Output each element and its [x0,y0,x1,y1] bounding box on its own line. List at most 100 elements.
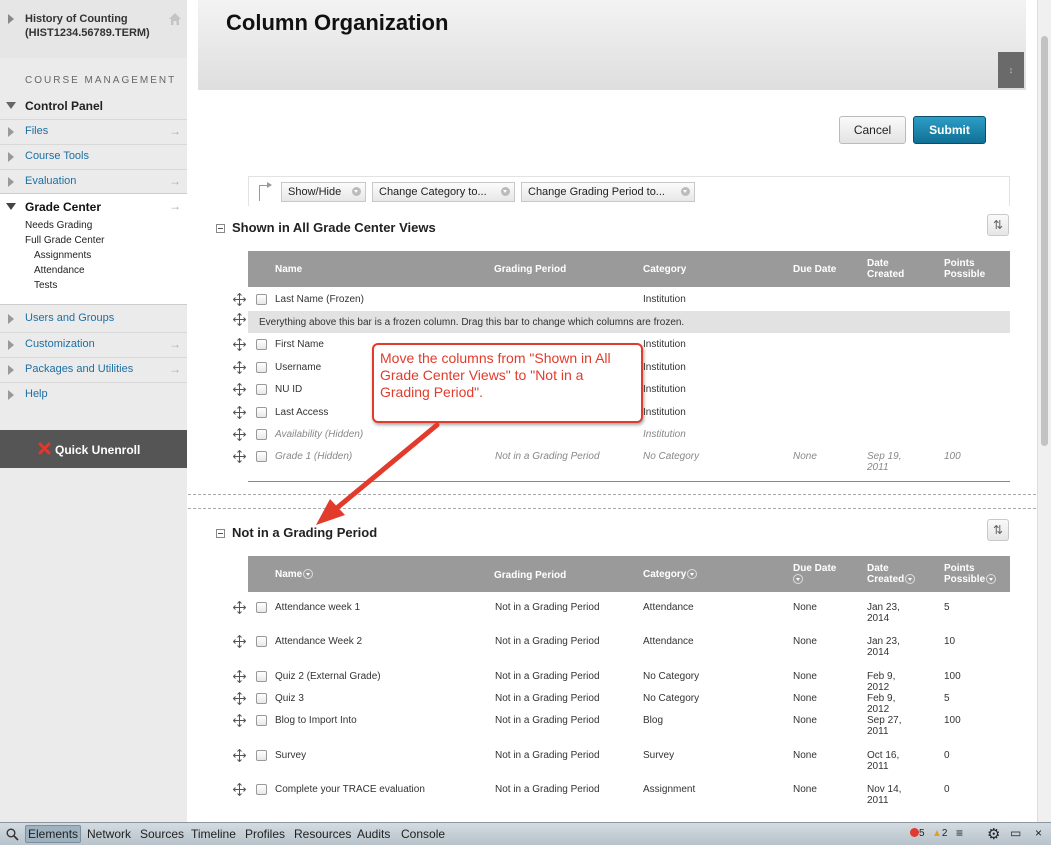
devtools-tab-network[interactable]: Network [87,827,131,841]
sidebar-item-users-and-groups[interactable]: Users and Groups [0,307,187,331]
submit-button[interactable]: Submit [913,116,986,144]
move-handle-icon[interactable] [233,383,246,396]
move-handle-icon[interactable] [233,450,246,463]
devtools-tab-timeline[interactable]: Timeline [191,827,236,841]
grade-center-label[interactable]: Grade Center [25,200,101,214]
control-panel-header[interactable]: Control Panel [0,98,187,116]
table-row[interactable]: Quiz 2 (External Grade) Not in a Grading … [230,670,1012,693]
gear-icon[interactable]: ⚙ [987,825,1000,843]
table-row[interactable]: Survey Not in a Grading Period Survey None O… [230,749,1012,772]
move-handle-icon[interactable] [233,313,246,326]
error-counter[interactable]: 5 [910,828,925,839]
search-icon[interactable] [6,828,19,841]
devtools-tab-sources[interactable]: Sources [140,827,184,841]
devtools-tab-resources[interactable]: Resources [294,827,351,841]
warning-counter[interactable]: ▲2 [932,828,947,839]
cancel-button[interactable]: Cancel [839,116,906,144]
collapse-section-icon[interactable] [216,529,225,538]
row-checkbox[interactable] [256,602,267,613]
column-header-points-possible[interactable]: Points Possible [944,258,994,280]
row-checkbox[interactable] [256,750,267,761]
collapse-section-icon[interactable] [216,224,225,233]
course-title[interactable]: History of Counting (HIST1234.56789.TERM… [25,12,165,40]
close-icon[interactable]: × [1035,826,1042,840]
column-header-due-date[interactable]: Due Date [793,563,848,585]
column-header-name[interactable]: Name [275,569,314,580]
change-grading-period-menu[interactable]: Change Grading Period to... [521,182,695,202]
move-handle-icon[interactable] [233,670,246,683]
row-checkbox[interactable] [256,693,267,704]
row-checkbox[interactable] [256,339,267,350]
attendance-link[interactable]: Attendance [34,265,85,276]
column-header-category[interactable]: Category [643,264,686,275]
assignments-link[interactable]: Assignments [34,250,91,261]
table-bottom-border [248,481,1010,482]
table-row[interactable]: Blog to Import Into Not in a Grading Peri… [230,714,1012,737]
table-row[interactable]: Complete your TRACE evaluation Not in a G… [230,783,1012,806]
move-handle-icon[interactable] [233,601,246,614]
move-handle-icon[interactable] [233,692,246,705]
move-handle-icon[interactable] [233,714,246,727]
drawer-icon[interactable]: ≡ [956,826,963,840]
table-row[interactable]: Quiz 3 Not in a Grading Period No Category… [230,692,1012,715]
row-checkbox[interactable] [256,384,267,395]
vertical-scrollbar[interactable] [1037,0,1051,822]
cell-name: Complete your TRACE evaluation [275,784,425,795]
column-header-date-created[interactable]: Date Created [867,258,917,280]
move-handle-icon[interactable] [233,338,246,351]
expand-triangle-icon[interactable] [8,14,14,24]
row-checkbox[interactable] [256,636,267,647]
quick-unenroll-button[interactable]: Quick Unenroll [0,430,187,468]
column-header-due-date[interactable]: Due Date [793,264,836,275]
row-checkbox[interactable] [256,784,267,795]
move-handle-icon[interactable] [233,783,246,796]
column-header-category[interactable]: Category [643,569,698,580]
row-checkbox[interactable] [256,294,267,305]
move-handle-icon[interactable] [233,428,246,441]
devtools-tab-audits[interactable]: Audits [357,827,390,841]
sidebar-item-help[interactable]: Help [0,382,187,406]
sidebar-item-course-tools[interactable]: Course Tools [0,144,187,168]
table-row[interactable]: Attendance week 1 Not in a Grading Period… [230,601,1012,624]
needs-grading-link[interactable]: Needs Grading [25,220,92,231]
row-checkbox[interactable] [256,671,267,682]
move-handle-icon[interactable] [233,361,246,374]
sort-icon[interactable]: ⇅ [987,519,1009,541]
devtools-tab-elements[interactable]: Elements [25,825,82,843]
devtools-tab-console[interactable]: Console [401,827,445,841]
sidebar-item-files[interactable]: Files → [0,119,187,143]
column-header-name[interactable]: Name [275,264,302,275]
change-category-menu[interactable]: Change Category to... [372,182,515,202]
sidebar-item-evaluation[interactable]: Evaluation → [0,169,187,193]
full-grade-center-link[interactable]: Full Grade Center [25,235,104,246]
sort-icon[interactable]: ⇅ [987,214,1009,236]
tests-link[interactable]: Tests [34,280,57,291]
frozen-column-bar[interactable]: Everything above this bar is a frozen co… [248,311,1010,333]
header-toggle-icon[interactable]: ↕ [998,52,1024,88]
move-handle-icon[interactable] [233,406,246,419]
row-checkbox[interactable] [256,362,267,373]
move-handle-icon[interactable] [233,293,246,306]
column-header-date-created[interactable]: Date Created [867,563,927,585]
row-checkbox[interactable] [256,451,267,462]
row-checkbox[interactable] [256,407,267,418]
move-handle-icon[interactable] [233,635,246,648]
move-handle-icon[interactable] [233,749,246,762]
row-checkbox[interactable] [256,715,267,726]
table-row[interactable]: Grade 1 (Hidden) Not in a Grading Period N… [230,450,1012,473]
dock-icon[interactable]: ▭ [1010,826,1021,840]
show-hide-menu[interactable]: Show/Hide [281,182,366,202]
sidebar-item-customization[interactable]: Customization → [0,332,187,356]
table-row[interactable]: Attendance Week 2 Not in a Grading Period… [230,635,1012,658]
sidebar-item-packages-and-utilities[interactable]: Packages and Utilities → [0,357,187,381]
arrow-right-icon: → [169,199,181,213]
table-row[interactable]: Availability (Hidden) Institution [230,428,1012,450]
column-header-points-possible[interactable]: Points Possible [944,563,1002,585]
column-header-grading-period[interactable]: Grading Period [494,570,566,581]
row-checkbox[interactable] [256,429,267,440]
home-icon[interactable] [168,12,182,26]
scrollbar-thumb[interactable] [1041,36,1048,446]
devtools-tab-profiles[interactable]: Profiles [245,827,285,841]
collapse-triangle-icon[interactable] [6,203,16,210]
column-header-grading-period[interactable]: Grading Period [494,264,566,275]
